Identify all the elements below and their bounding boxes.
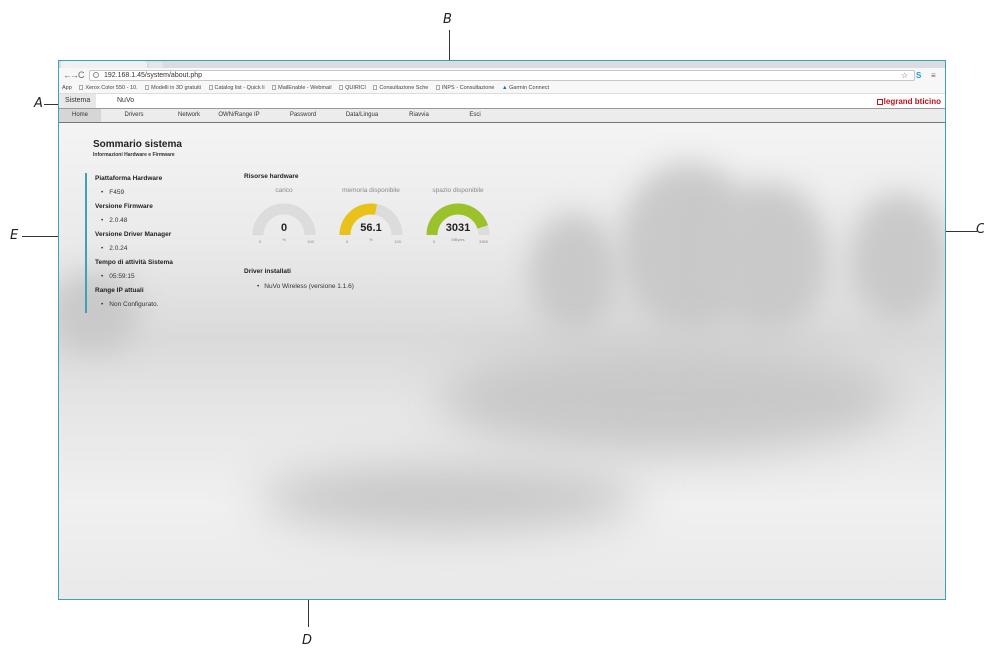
page-title: Sommario sistema: [93, 139, 182, 150]
info-icon[interactable]: [93, 72, 99, 78]
gauge-value: 56.1: [360, 222, 382, 234]
bookmark-apps[interactable]: App: [62, 83, 72, 93]
bookmark-item[interactable]: QUIRICI: [339, 83, 366, 93]
tab-network[interactable]: Network: [169, 109, 209, 122]
background-tree: [849, 193, 945, 323]
annotation-c: C: [976, 222, 984, 237]
screenshot-frame: ← → C 192.168.1.45/system/about.php ☆ S …: [58, 60, 946, 600]
gauge-max: 100: [307, 239, 314, 244]
bookmark-item[interactable]: ▲ Garmin Connect: [502, 83, 549, 93]
tab-esci[interactable]: Esci: [455, 109, 495, 122]
gauge-min: 0: [433, 239, 436, 244]
gauge-title: memoria disponibile: [342, 187, 400, 194]
gauge-max: 100: [394, 239, 401, 244]
annotation-e: E: [10, 228, 19, 243]
bookmarks-bar: App Xerox Color 550 - 10. Modelli in 3D …: [59, 83, 945, 94]
main-content: Sommario sistema Informazioni Hardware e…: [59, 123, 945, 599]
driver-manager-version-label: Versione Driver Manager: [95, 231, 172, 238]
annotation-a: A: [34, 96, 43, 111]
snow-shadow: [259, 463, 639, 533]
menu-icon[interactable]: ≡: [931, 70, 936, 81]
info-divider: [85, 173, 87, 313]
gauge-value: 0: [280, 222, 288, 234]
app-menu-bar: Sistema NuVo legrand bticino: [59, 94, 945, 109]
gauge-min: 0: [259, 239, 262, 244]
page-icon: [339, 85, 344, 90]
hardware-platform-label: Piattaforma Hardware: [95, 175, 163, 182]
ip-range-value: Non Configurato.: [101, 301, 158, 308]
address-url: 192.168.1.45/system/about.php: [104, 72, 203, 79]
page-icon: [272, 85, 277, 90]
tab-riavvia[interactable]: Riavvia: [399, 109, 439, 122]
page-subtitle: Informazioni Hardware e Firmware: [93, 152, 175, 158]
page-icon: [79, 85, 84, 90]
driver-manager-version-value: 2.0.24: [101, 245, 127, 252]
bookmark-item[interactable]: Xerox Color 550 - 10.: [79, 83, 138, 93]
snow-shadow: [439, 343, 899, 453]
firmware-version-value: 2.0.48: [101, 217, 127, 224]
browser-tab[interactable]: [61, 61, 147, 68]
background-tree: [529, 213, 619, 333]
gauge-memory: memoria disponibile 56.1 % 0 100: [336, 187, 406, 247]
gauge-title: spazio disponibile: [432, 187, 484, 194]
brand-logo: legrand bticino: [876, 97, 941, 106]
gauge-disk: spazio disponibile 3031 MBytes 0 3365: [423, 187, 493, 247]
address-bar[interactable]: 192.168.1.45/system/about.php: [89, 70, 915, 81]
tab-own-range-ip[interactable]: OWN/Range IP: [209, 109, 269, 122]
gauge-max: 3365: [479, 239, 488, 244]
sub-navigation: Home Drivers Network OWN/Range IP Passwo…: [59, 109, 945, 123]
uptime-value: 05:59:15: [101, 273, 134, 280]
hardware-platform-value: F459: [101, 189, 124, 196]
uptime-label: Tempo di attività Sistema: [95, 259, 173, 266]
page-icon: [435, 85, 440, 90]
browser-tab-strip: [59, 61, 945, 68]
page-icon: [373, 85, 378, 90]
star-icon[interactable]: ☆: [901, 70, 908, 81]
annotation-d: D: [302, 633, 313, 648]
gauge-min: 0: [346, 239, 349, 244]
bookmark-item[interactable]: INPS - Consultazione: [435, 83, 494, 93]
tab-home[interactable]: Home: [59, 109, 101, 122]
skype-icon[interactable]: S: [916, 70, 921, 81]
tab-data-lingua[interactable]: Data/Lingua: [337, 109, 387, 122]
bookmark-item[interactable]: Catalog list - Quick li: [208, 83, 265, 93]
annotation-b: B: [443, 12, 452, 27]
gauge-title: carico: [275, 187, 293, 194]
annotation-a-line: [44, 104, 58, 105]
firmware-version-label: Versione Firmware: [95, 203, 153, 210]
reload-icon[interactable]: C: [78, 69, 85, 81]
menu-item-nuvo[interactable]: NuVo: [117, 94, 134, 108]
bookmark-item[interactable]: Modelli in 3D gratuiti: [145, 83, 201, 93]
bookmark-item[interactable]: Consultazione Sche: [373, 83, 428, 93]
bookmark-item[interactable]: MailEnable - Webmail: [272, 83, 332, 93]
tab-drivers[interactable]: Drivers: [114, 109, 154, 122]
gauge-load: carico 0 % 0 100: [249, 187, 319, 247]
page-icon: [208, 85, 213, 90]
ip-range-label: Range IP attuali: [95, 287, 144, 294]
tab-password[interactable]: Password: [281, 109, 325, 122]
triangle-icon: ▲: [502, 85, 509, 91]
menu-item-sistema[interactable]: Sistema: [59, 94, 97, 108]
background-tree: [59, 273, 139, 353]
driver-list-item: NuVo Wireless (versione 1.1.6): [257, 283, 354, 290]
gauge-value: 3031: [445, 222, 471, 234]
hardware-resources-title: Risorse hardware: [244, 173, 299, 180]
background-tree: [709, 183, 829, 333]
page-icon: [145, 85, 150, 90]
installed-drivers-title: Driver installati: [244, 268, 291, 275]
